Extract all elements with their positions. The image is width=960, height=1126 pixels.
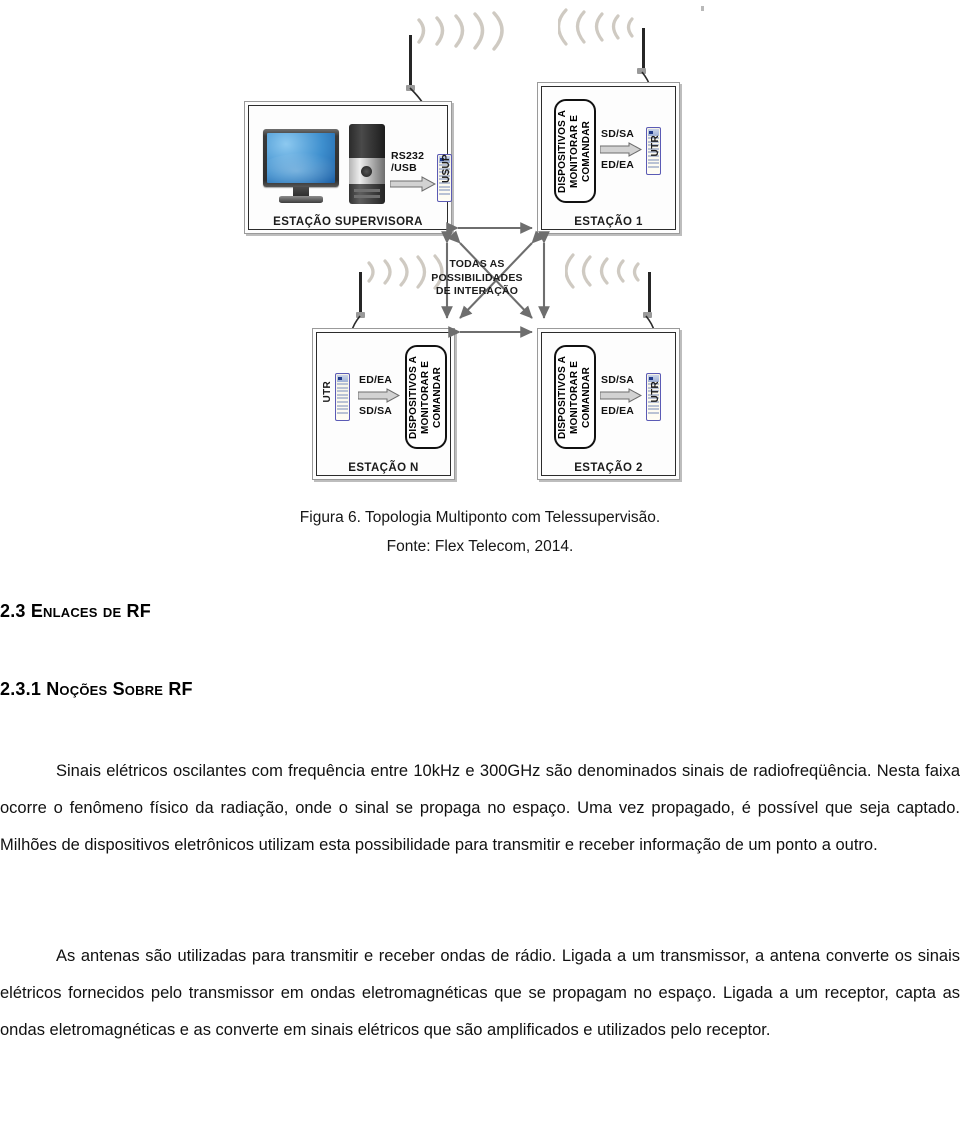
heading-section-2-3-1: 2.3.1 Noções Sobre RF <box>0 679 193 699</box>
paragraph-text: As antenas são utilizadas para transmiti… <box>0 946 960 1039</box>
interaction-arrows <box>441 222 550 338</box>
paragraph-text: Sinais elétricos oscilantes com frequênc… <box>0 761 960 854</box>
interaction-note-line1: TODAS AS <box>449 258 505 270</box>
figure-caption-source: Fonte: Flex Telecom, 2014. <box>386 538 574 555</box>
interaction-note: TODAS AS POSSIBILIDADES DE INTERAÇÃO <box>417 258 537 299</box>
figure-caption-line1: Figura 6. Topologia Multiponto com Teles… <box>299 509 661 526</box>
heading-section-2-3: 2.3 Enlaces de RF <box>0 601 151 621</box>
paragraph-antennas: As antenas são utilizadas para transmiti… <box>0 938 960 1049</box>
interaction-note-line3: DE INTERAÇÃO <box>435 285 519 297</box>
figure-topology-diagram: RS232 /USB USUP ESTAÇÃO SUPERVISORA DISP… <box>232 0 722 500</box>
paragraph-rf-signals: Sinais elétricos oscilantes com frequênc… <box>0 753 960 864</box>
interaction-note-line2: POSSIBILIDADES <box>431 271 523 284</box>
